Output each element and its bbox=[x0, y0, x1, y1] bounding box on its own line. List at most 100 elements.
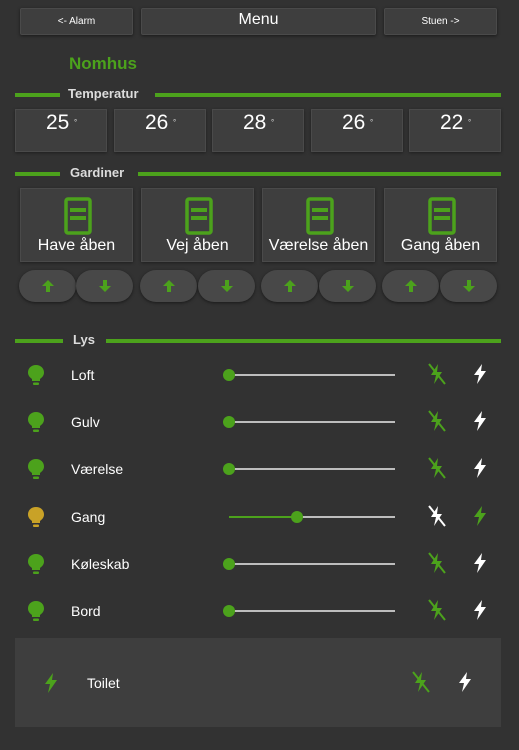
curtain-vaerelse-up-button[interactable] bbox=[261, 270, 318, 302]
menu-label: Menu bbox=[238, 11, 279, 28]
curtain-vaerelse-down-button[interactable] bbox=[319, 270, 376, 302]
arrow-down-icon bbox=[341, 280, 354, 292]
dimmer-slider[interactable] bbox=[223, 558, 395, 570]
flash-icon[interactable] bbox=[472, 363, 488, 385]
flash-icon bbox=[45, 673, 57, 693]
flash-off-icon[interactable] bbox=[427, 362, 447, 386]
light-label: Køleskab bbox=[71, 556, 130, 572]
slider-knob[interactable] bbox=[291, 511, 304, 523]
temperature-section-header: Temperatur bbox=[15, 86, 501, 102]
temperature-value: 28 bbox=[243, 111, 267, 134]
curtains-section-label: Gardiner bbox=[70, 165, 125, 180]
curtain-gang-up-button[interactable] bbox=[382, 270, 439, 302]
temperature-tile: 28 ° bbox=[212, 109, 304, 152]
temperature-value: 25 bbox=[46, 111, 70, 134]
light-label: Gulv bbox=[71, 414, 100, 430]
curtain-label: Vej åben bbox=[166, 237, 229, 254]
flash-off-icon[interactable] bbox=[427, 504, 447, 528]
flash-icon[interactable] bbox=[472, 505, 488, 527]
flash-off-icon[interactable] bbox=[427, 456, 447, 480]
flash-off-icon[interactable] bbox=[427, 551, 447, 575]
menu-button[interactable]: Menu bbox=[141, 8, 376, 35]
section-divider bbox=[155, 93, 501, 97]
curtain-vej-down-button[interactable] bbox=[198, 270, 255, 302]
section-divider bbox=[138, 172, 501, 176]
arrow-up-icon bbox=[162, 280, 175, 292]
temperature-tile: 26 ° bbox=[114, 109, 206, 152]
window-blind-icon bbox=[306, 197, 334, 235]
curtain-have-down-button[interactable] bbox=[76, 270, 133, 302]
alarm-nav-label: <- Alarm bbox=[57, 16, 96, 27]
lightbulb-icon bbox=[28, 365, 44, 385]
light-label: Gang bbox=[71, 509, 106, 525]
arrow-up-icon bbox=[283, 280, 296, 292]
temperature-tile: 26 ° bbox=[311, 109, 403, 152]
temperature-value: 22 bbox=[440, 111, 464, 134]
curtain-vej-up-button[interactable] bbox=[140, 270, 197, 302]
curtain-vaerelse-button[interactable]: Værelse åben bbox=[262, 188, 375, 262]
dimmer-slider[interactable] bbox=[223, 369, 395, 381]
slider-knob[interactable] bbox=[223, 558, 235, 570]
temperature-unit: ° bbox=[173, 118, 177, 127]
slider-fill bbox=[229, 516, 298, 518]
lightbulb-icon bbox=[28, 554, 44, 574]
temperature-value: 26 bbox=[342, 111, 366, 134]
window-blind-icon bbox=[185, 197, 213, 235]
light-row-gulv: Gulv bbox=[0, 407, 519, 437]
curtain-have-button[interactable]: Have åben bbox=[20, 188, 133, 262]
arrow-up-icon bbox=[41, 280, 54, 292]
flash-off-icon[interactable] bbox=[427, 598, 447, 622]
light-row-gang: Gang bbox=[0, 502, 519, 532]
slider-knob[interactable] bbox=[223, 416, 235, 428]
curtain-label: Have åben bbox=[37, 237, 116, 254]
curtain-label: Gang åben bbox=[400, 237, 481, 254]
arrow-down-icon bbox=[220, 280, 233, 292]
window-blind-icon bbox=[64, 197, 92, 235]
light-label: Loft bbox=[71, 367, 95, 383]
light-row-koeleskab: Køleskab bbox=[0, 549, 519, 579]
temperature-section-label: Temperatur bbox=[68, 86, 139, 101]
lightbulb-icon bbox=[28, 601, 44, 621]
flash-icon[interactable] bbox=[457, 671, 473, 693]
section-divider bbox=[15, 339, 63, 343]
dimmer-slider[interactable] bbox=[223, 416, 395, 428]
temperature-unit: ° bbox=[468, 118, 472, 127]
flash-icon[interactable] bbox=[472, 410, 488, 432]
light-row-loft: Loft bbox=[0, 360, 519, 390]
curtain-gang-button[interactable]: Gang åben bbox=[384, 188, 497, 262]
dimmer-slider[interactable] bbox=[223, 463, 395, 475]
flash-off-icon[interactable] bbox=[411, 670, 431, 694]
temperature-tile: 25 ° bbox=[15, 109, 107, 152]
slider-knob[interactable] bbox=[223, 605, 235, 617]
stuen-nav-label: Stuen -> bbox=[421, 16, 460, 27]
temperature-value: 26 bbox=[145, 111, 169, 134]
flash-icon[interactable] bbox=[472, 599, 488, 621]
dimmer-slider[interactable] bbox=[223, 605, 395, 617]
lightbulb-icon bbox=[28, 412, 44, 432]
slider-knob[interactable] bbox=[223, 463, 235, 475]
section-divider bbox=[106, 339, 501, 343]
flash-icon[interactable] bbox=[472, 457, 488, 479]
toilet-card: Toilet bbox=[15, 638, 501, 727]
slider-knob[interactable] bbox=[223, 369, 235, 381]
light-row-bord: Bord bbox=[0, 596, 519, 626]
lightbulb-icon bbox=[28, 459, 44, 479]
curtain-gang-down-button[interactable] bbox=[440, 270, 497, 302]
section-divider bbox=[15, 93, 60, 97]
temperature-unit: ° bbox=[271, 118, 275, 127]
curtain-have-up-button[interactable] bbox=[19, 270, 76, 302]
stuen-nav-button[interactable]: Stuen -> bbox=[384, 8, 497, 35]
alarm-nav-button[interactable]: <- Alarm bbox=[20, 8, 133, 35]
light-row-vaerelse: Værelse bbox=[0, 454, 519, 484]
toilet-label: Toilet bbox=[87, 675, 120, 691]
lights-section-label: Lys bbox=[73, 332, 95, 347]
flash-off-icon[interactable] bbox=[427, 409, 447, 433]
light-label: Værelse bbox=[71, 461, 124, 477]
flash-icon[interactable] bbox=[472, 552, 488, 574]
curtain-vej-button[interactable]: Vej åben bbox=[141, 188, 254, 262]
curtain-label: Værelse åben bbox=[268, 237, 369, 254]
arrow-down-icon bbox=[462, 280, 475, 292]
dimmer-slider[interactable] bbox=[229, 511, 395, 523]
arrow-up-icon bbox=[404, 280, 417, 292]
light-label: Bord bbox=[71, 603, 101, 619]
